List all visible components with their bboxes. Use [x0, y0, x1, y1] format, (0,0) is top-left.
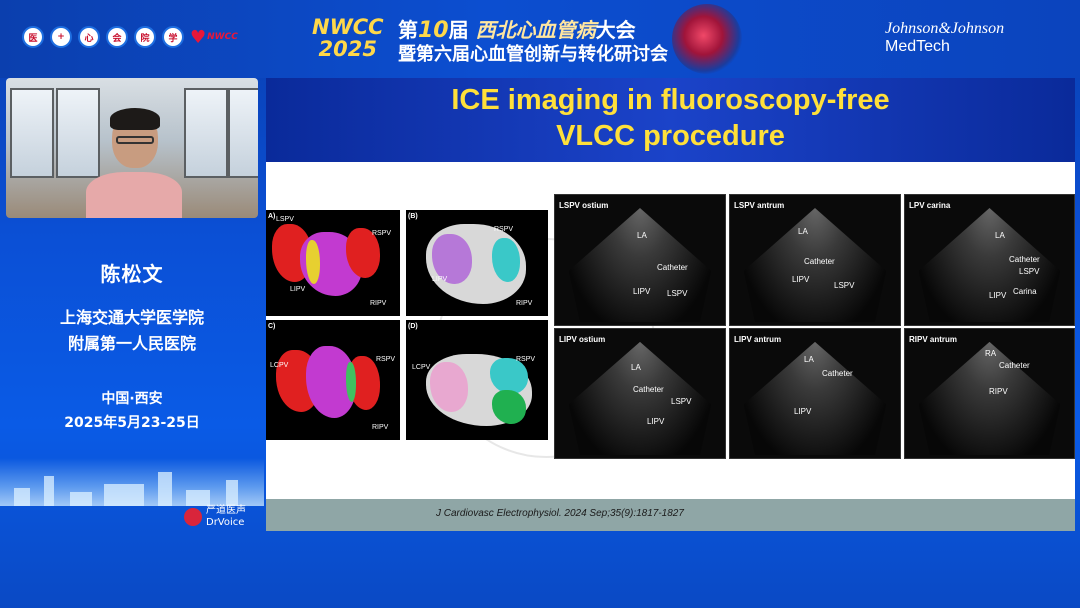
heart-icon: ♥	[190, 26, 207, 48]
speaker-affiliation: 上海交通大学医学院 附属第一人民医院	[59, 308, 204, 353]
heart-illustration-icon	[672, 4, 742, 74]
ice-image-lipv-antrum: LIPV antrum LA Catheter LIPV	[729, 328, 901, 459]
speaker-name: 陈松文	[100, 262, 164, 286]
ice-image-lspv-ostium: LSPV ostium LA Catheter LIPV LSPV	[554, 194, 726, 326]
conference-title: 第10届 西北心血管病大会 暨第六届心血管创新与转化研讨会	[398, 18, 668, 65]
slide-title: ICE imaging in fluoroscopy-free VLCC pro…	[451, 84, 890, 152]
map-panel-b: (B) RSPV LIPV RIPV	[406, 210, 548, 316]
map-panel-d: (D) LCPV RSPV	[406, 320, 548, 440]
citation-text: J Cardiovasc Electrophysiol. 2024 Sep;35…	[436, 508, 684, 519]
speaker-avatar	[86, 108, 182, 218]
slide-header: ICE imaging in fluoroscopy-free VLCC pro…	[266, 78, 1075, 162]
map-panel-c: C) LCPV RSPV RIPV	[266, 320, 400, 440]
nwcc-heart-logo: ♥ NWCC	[190, 26, 238, 48]
medical-cross-logo-icon: +	[50, 26, 72, 48]
ice-image-lspv-antrum: LSPV antrum LA Catheter LIPV LSPV	[729, 194, 901, 326]
sponsor-logo: Johnson&Johnson MedTech	[885, 20, 1005, 55]
association-logo-icon: 会	[106, 26, 128, 48]
university-logo-icon: 学	[162, 26, 184, 48]
ice-image-lipv-ostium: LIPV ostium LA Catheter LSPV LIPV	[554, 328, 726, 459]
ice-image-lpv-carina: LPV carina LA Catheter LSPV LIPV Carina	[904, 194, 1075, 326]
presentation-slide: ICE imaging in fluoroscopy-free VLCC pro…	[266, 78, 1075, 531]
sponsor-logos: 医 + 心 会 院 学 ♥ NWCC	[22, 26, 242, 48]
city-skyline	[0, 458, 264, 506]
drvoice-logo-icon	[184, 508, 202, 526]
conference-header: 医 + 心 会 院 学 ♥ NWCC NWCC 2025 第10届 西北心血管病…	[0, 0, 1080, 78]
ice-image-ripv-antrum: RIPV antrum RA Catheter RIPV	[904, 328, 1075, 459]
speaker-info: 陈松文 上海交通大学医学院 附属第一人民医院 中国·西安 2025年5月23-2…	[0, 258, 264, 435]
conference-subtitle: 暨第六届心血管创新与转化研讨会	[398, 44, 668, 65]
hospital-logo-icon: 院	[134, 26, 156, 48]
society-logo-icon: 医	[22, 26, 44, 48]
event-location-date: 中国·西安 2025年5月23-25日	[64, 391, 200, 431]
citation-bar: J Cardiovasc Electrophysiol. 2024 Sep;35…	[266, 499, 1075, 531]
map-panel-a: A) LSPV RSPV LIPV RIPV	[266, 210, 400, 316]
nwcc-logo: NWCC 2025	[312, 15, 384, 61]
heart-society-logo-icon: 心	[78, 26, 100, 48]
speaker-video	[6, 78, 258, 218]
drvoice-watermark: 严道医声 DrVoice	[184, 505, 246, 529]
